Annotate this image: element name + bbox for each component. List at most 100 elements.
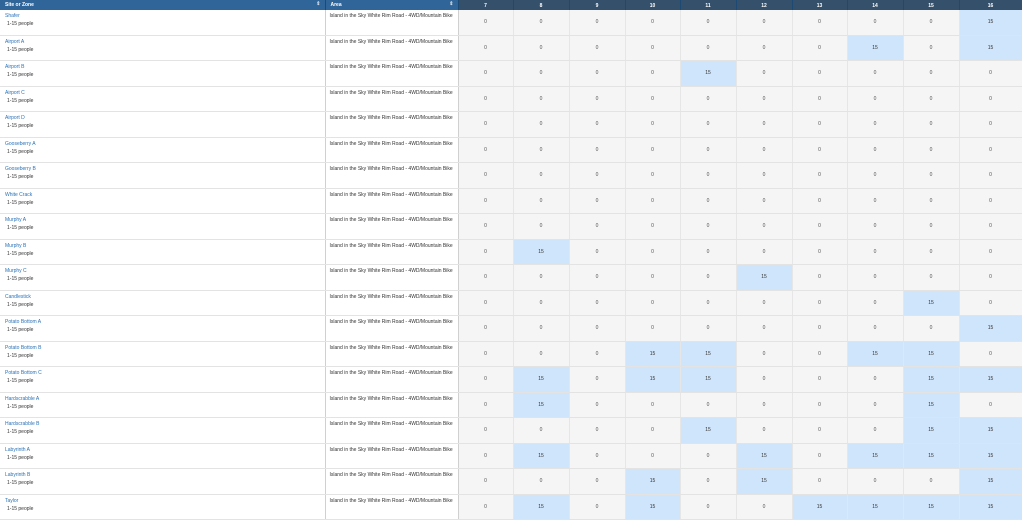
availability-cell[interactable]: 15 [959,494,1022,520]
site-link[interactable]: Candlestick [5,294,325,301]
availability-cell[interactable]: 15 [903,341,960,367]
availability-cell[interactable]: 15 [847,35,904,61]
site-link[interactable]: Shafer [5,13,325,20]
table-row: Murphy B 1-15 people Island in the Sky Whi… [0,239,1022,265]
availability-cell[interactable]: 15 [959,417,1022,444]
availability-cell: 0 [792,86,848,112]
availability-cell: 0 [736,188,793,214]
availability-cell[interactable]: 15 [680,60,737,87]
site-link[interactable]: Airport B [5,64,325,71]
availability-cell[interactable]: 15 [959,35,1022,61]
capacity-label: 1-15 people [7,123,34,129]
table-row: Murphy A 1-15 people Island in the Sky Whi… [0,213,1022,240]
availability-cell[interactable]: 15 [625,468,681,495]
site-cell: Hardscrabble B 1-15 people [0,417,326,444]
site-link[interactable]: Hardscrabble B [5,421,325,428]
availability-cell[interactable]: 15 [959,10,1022,36]
site-column-header[interactable]: Site or Zone ⇕ [0,0,326,10]
availability-cell: 0 [736,392,793,418]
site-link[interactable]: Gooseberry B [5,166,325,173]
availability-cell: 0 [680,468,737,495]
availability-cell[interactable]: 15 [736,264,793,291]
table-row: Candlestick 1-15 people Island in the Sky … [0,290,1022,316]
availability-cell: 0 [625,35,681,61]
availability-cell[interactable]: 15 [847,494,904,520]
site-link[interactable]: Airport D [5,115,325,122]
availability-cell[interactable]: 15 [513,392,570,418]
site-link[interactable]: Gooseberry A [5,141,325,148]
table-row: Murphy C 1-15 people Island in the Sky Whi… [0,264,1022,291]
availability-cell[interactable]: 15 [903,417,960,444]
availability-cell: 0 [513,188,570,214]
availability-cell: 0 [625,264,681,291]
site-link[interactable]: Murphy A [5,217,325,224]
availability-cell[interactable]: 15 [513,239,570,265]
availability-cell[interactable]: 15 [625,494,681,520]
availability-cell: 0 [959,162,1022,189]
area-cell: Island in the Sky White Rim Road - 4WD/M… [325,35,459,61]
capacity-label: 1-15 people [7,378,34,384]
availability-cell[interactable]: 15 [513,366,570,393]
site-cell: Potato Bottom C 1-15 people [0,366,326,393]
availability-cell[interactable]: 15 [680,366,737,393]
availability-cell[interactable]: 15 [513,494,570,520]
site-link[interactable]: Murphy C [5,268,325,275]
availability-cell: 0 [625,10,681,36]
site-link[interactable]: Murphy B [5,243,325,250]
availability-cell: 0 [569,468,626,495]
availability-cell: 0 [792,468,848,495]
capacity-label: 1-15 people [7,505,34,512]
availability-cell[interactable]: 15 [959,468,1022,495]
site-link[interactable]: White Crack [5,192,325,199]
availability-cell[interactable]: 15 [903,392,960,418]
availability-cell: 0 [847,264,904,291]
availability-cell[interactable]: 15 [680,417,737,444]
site-link[interactable]: Labyrinth B [5,472,325,479]
availability-cell[interactable]: 15 [903,290,960,316]
availability-cell: 0 [736,213,793,240]
site-link[interactable]: Taylor [5,498,325,505]
availability-cell[interactable]: 15 [903,494,960,520]
area-cell: Island in the Sky White Rim Road - 4WD/M… [325,188,459,214]
sort-icon[interactable]: ⇕ [316,1,320,7]
availability-cell[interactable]: 15 [959,315,1022,342]
table-row: Potato Bottom A 1-15 people Island in the … [0,315,1022,342]
availability-cell: 0 [847,162,904,189]
site-link[interactable]: Potato Bottom A [5,319,325,326]
area-cell: Island in the Sky White Rim Road - 4WD/M… [325,341,459,367]
availability-cell: 0 [903,10,960,36]
table-row: Taylor 1-15 people Island in the Sky White… [0,494,1022,520]
site-cell: Gooseberry A 1-15 people [0,137,326,163]
table-row: Hardscrabble A 1-15 people Island in the S… [0,392,1022,418]
availability-cell[interactable]: 15 [625,366,681,393]
availability-cell[interactable]: 15 [847,341,904,367]
date-column-header: 7 [458,0,514,10]
site-link[interactable]: Airport C [5,90,325,97]
availability-cell: 0 [736,60,793,87]
availability-cell: 0 [458,468,514,495]
availability-cell: 0 [847,111,904,138]
availability-cell: 0 [569,188,626,214]
availability-cell: 0 [458,188,514,214]
capacity-label: 1-15 people [7,454,34,461]
availability-cell[interactable]: 15 [903,366,960,393]
availability-cell: 0 [458,60,514,87]
site-link[interactable]: Airport A [5,39,325,46]
availability-cell[interactable]: 15 [736,468,793,495]
area-cell: Island in the Sky White Rim Road - 4WD/M… [325,494,459,520]
availability-cell[interactable]: 15 [792,494,848,520]
area-column-header[interactable]: Area ⇕ [325,0,459,10]
availability-cell[interactable]: 15 [959,366,1022,393]
availability-cell: 0 [569,315,626,342]
date-label: 7 [484,3,487,9]
availability-cell[interactable]: 15 [625,341,681,367]
availability-cell: 0 [458,213,514,240]
availability-cell: 0 [736,137,793,163]
site-link[interactable]: Potato Bottom C [5,370,325,377]
site-link[interactable]: Labyrinth A [5,447,325,454]
site-link[interactable]: Potato Bottom B [5,345,325,352]
sort-icon[interactable]: ⇕ [449,1,453,7]
table-body: Shafer 1-15 people Island in the Sky White… [0,10,1022,520]
site-link[interactable]: Hardscrabble A [5,396,325,403]
availability-cell[interactable]: 15 [680,341,737,367]
